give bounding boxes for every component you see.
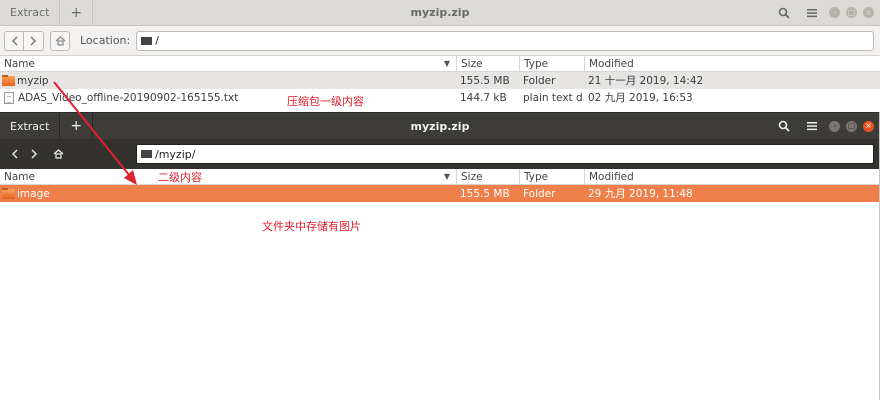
back-add-button[interactable]: + — [60, 0, 92, 26]
row-size: 144.7 kB — [460, 91, 507, 104]
folder-icon — [2, 74, 15, 86]
row-modified: 21 十一月 2019, 14:42 — [588, 75, 704, 87]
back-home-button[interactable] — [50, 30, 70, 51]
front-location-field[interactable]: /myzip/ — [136, 144, 874, 164]
home-icon — [55, 35, 65, 46]
search-icon[interactable] — [770, 113, 798, 139]
chevron-right-icon — [30, 35, 37, 46]
front-home-button[interactable] — [48, 144, 68, 164]
row-type: Folder — [523, 187, 556, 200]
front-add-button[interactable]: + — [60, 113, 92, 139]
menu-icon[interactable] — [798, 0, 826, 26]
row-name-cell: ADAS_Video_offline-20190902-165155.txt — [0, 91, 456, 104]
back-nav-group — [4, 30, 70, 51]
row-name-cell: image — [0, 187, 456, 200]
table-row[interactable]: image 155.5 MB Folder 29 九月 2019, 11:48 — [0, 185, 880, 202]
close-icon[interactable]: × — [863, 120, 874, 132]
search-icon[interactable] — [770, 0, 798, 26]
back-location-field[interactable]: / — [136, 30, 874, 51]
back-archive-window: Extract + myzip.zip – □ × Location: / Na… — [0, 0, 880, 112]
back-extract-button[interactable]: Extract — [0, 0, 59, 26]
front-location-path: /myzip/ — [155, 147, 196, 161]
row-type: plain text d… — [523, 91, 584, 104]
back-location-path: / — [155, 34, 159, 47]
back-column-headers: Name ▼ Size Type Modified — [0, 55, 880, 72]
front-extract-button[interactable]: Extract — [0, 113, 59, 139]
back-titlebar: Extract + myzip.zip – □ × — [0, 0, 880, 26]
row-name: myzip — [17, 74, 49, 87]
back-nav-back-button[interactable] — [4, 30, 24, 51]
back-header-name-label: Name — [4, 57, 35, 70]
back-titlebar-right: – □ × — [770, 0, 880, 26]
front-column-headers: Name ▼ Size Type Modified — [0, 168, 880, 185]
chevron-right-icon — [30, 149, 37, 159]
row-name-cell: myzip — [0, 74, 456, 87]
chevron-left-icon — [11, 149, 18, 159]
back-nav-forward-button[interactable] — [24, 30, 44, 51]
folder-icon — [141, 150, 152, 158]
back-toolbar: Location: / — [0, 26, 880, 56]
annotation-second-level: 二级内容 — [158, 171, 202, 184]
front-header-name[interactable]: Name ▼ — [0, 169, 456, 185]
row-size: 155.5 MB — [460, 74, 510, 87]
front-header-modified[interactable]: Modified — [584, 168, 880, 185]
row-name: ADAS_Video_offline-20190902-165155.txt — [18, 91, 239, 104]
front-titlebar-right: – □ × — [770, 113, 880, 139]
table-row[interactable]: ADAS_Video_offline-20190902-165155.txt 1… — [0, 89, 880, 106]
annotation-first-level: 压缩包一级内容 — [287, 95, 364, 108]
front-window-title: myzip.zip — [410, 119, 470, 133]
sort-down-icon: ▼ — [443, 58, 450, 68]
maximize-icon[interactable]: □ — [846, 7, 857, 18]
front-archive-window: Extract + myzip.zip – □ × /myzip/ Name ▼… — [0, 112, 880, 400]
back-header-modified[interactable]: Modified — [584, 55, 880, 72]
front-header-size[interactable]: Size — [456, 168, 519, 185]
menu-icon[interactable] — [798, 113, 826, 139]
location-label: Location: — [80, 34, 131, 47]
row-type: Folder — [523, 74, 556, 87]
back-header-name[interactable]: Name ▼ — [0, 56, 456, 72]
back-header-size[interactable]: Size — [456, 55, 519, 72]
text-file-icon — [4, 91, 14, 104]
row-size: 155.5 MB — [460, 187, 510, 200]
folder-icon — [2, 187, 15, 199]
front-titlebar-separator-2 — [92, 113, 94, 139]
home-icon — [53, 149, 63, 159]
folder-icon — [141, 36, 153, 45]
close-icon[interactable]: × — [863, 7, 874, 18]
back-window-title: myzip.zip — [410, 6, 470, 19]
chevron-left-icon — [11, 35, 18, 46]
back-titlebar-separator-2 — [92, 0, 94, 26]
row-modified: 29 九月 2019, 11:48 — [588, 188, 693, 200]
front-header-type[interactable]: Type — [519, 168, 584, 185]
front-toolbar: /myzip/ — [0, 139, 880, 169]
front-header-name-label: Name — [4, 170, 35, 183]
back-header-type[interactable]: Type — [519, 55, 584, 72]
minimize-icon[interactable]: – — [829, 7, 840, 18]
table-row[interactable]: myzip 155.5 MB Folder 21 十一月 2019, 14:42 — [0, 72, 880, 89]
front-nav-back-button[interactable] — [4, 144, 24, 164]
maximize-icon[interactable]: □ — [846, 120, 857, 132]
annotation-folder-note: 文件夹中存储有图片 — [262, 220, 361, 233]
front-nav-forward-button[interactable] — [24, 144, 44, 164]
front-nav-group — [4, 144, 68, 164]
minimize-icon[interactable]: – — [829, 120, 840, 132]
row-name: image — [17, 187, 50, 200]
row-modified: 02 九月 2019, 16:53 — [588, 92, 693, 104]
front-titlebar: Extract + myzip.zip – □ × — [0, 113, 880, 139]
sort-down-icon: ▼ — [443, 171, 450, 181]
